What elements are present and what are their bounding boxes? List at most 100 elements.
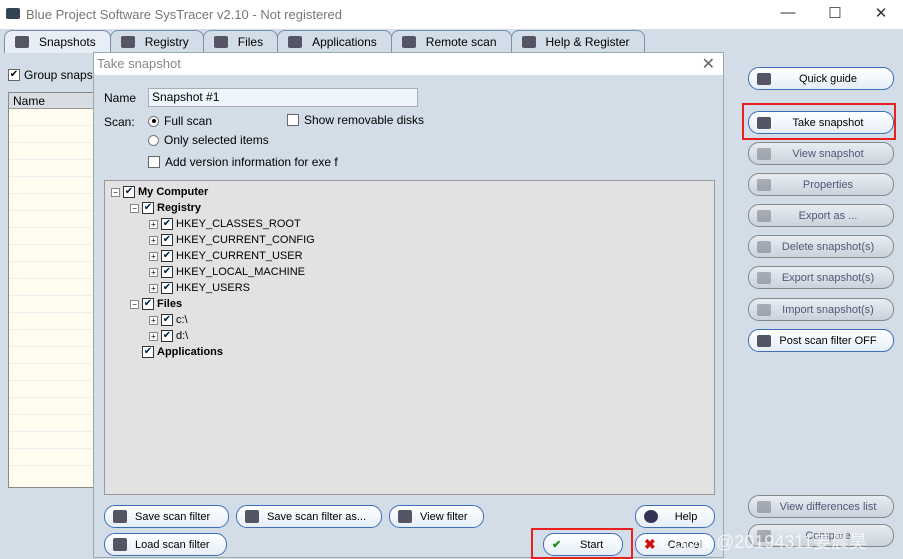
tab-registry[interactable]: Registry: [109, 30, 204, 53]
expand-toggle[interactable]: +: [149, 331, 158, 341]
expand-toggle[interactable]: −: [111, 187, 120, 197]
tree-node[interactable]: − ✔ Registry: [111, 200, 714, 216]
highlight-take-snapshot: [742, 103, 896, 140]
tree-node[interactable]: ✔ Applications: [111, 344, 714, 360]
tab-remote-scan[interactable]: Remote scan: [390, 30, 512, 53]
help-icon: [757, 72, 771, 85]
tree-checkbox[interactable]: ✔: [161, 266, 173, 278]
save-scan-filter-as-button[interactable]: Save scan filter as...: [236, 505, 382, 528]
x-icon: ✖: [644, 536, 656, 552]
export-as-button[interactable]: Export as ...: [748, 204, 894, 227]
tree-node[interactable]: + ✔ HKEY_CLASSES_ROOT: [111, 216, 714, 232]
tree-checkbox[interactable]: ✔: [142, 202, 154, 214]
app-camera-icon: [6, 8, 20, 19]
main-tabs: Snapshots Registry Files Applications Remote…: [4, 30, 645, 53]
camera-icon: [757, 147, 771, 160]
tree-checkbox[interactable]: ✔: [161, 282, 173, 294]
expand-toggle[interactable]: −: [130, 203, 139, 213]
camera-icon: [15, 36, 29, 48]
group-snapshots-checkbox[interactable]: ✔ Group snapsho: [8, 68, 106, 82]
compare-button[interactable]: Compare: [748, 524, 894, 547]
properties-button[interactable]: Properties: [748, 173, 894, 196]
minimize-button[interactable]: —: [778, 4, 798, 21]
registry-icon: [120, 36, 135, 48]
tree-node[interactable]: + ✔ HKEY_CURRENT_CONFIG: [111, 232, 714, 248]
tree-node[interactable]: − ✔ My Computer: [111, 184, 714, 200]
tree-checkbox[interactable]: ✔: [161, 314, 173, 326]
expand-toggle[interactable]: +: [149, 251, 158, 261]
only-selected-radio[interactable]: Only selected items: [148, 133, 269, 147]
expand-toggle[interactable]: +: [149, 267, 158, 277]
name-label: Name: [104, 91, 137, 105]
import-icon: [757, 303, 771, 316]
tab-snapshots[interactable]: Snapshots: [4, 30, 111, 53]
tree-node[interactable]: − ✔ Files: [111, 296, 714, 312]
tree-node[interactable]: + ✔ HKEY_USERS: [111, 280, 714, 296]
floppy-icon: [113, 510, 127, 523]
export-icon: [757, 209, 771, 222]
delete-icon: [757, 240, 771, 253]
tree-checkbox[interactable]: ✔: [161, 250, 173, 262]
expand-toggle[interactable]: +: [149, 235, 158, 245]
close-button[interactable]: ✕: [871, 4, 891, 22]
window-title: Blue Project Software SysTracer v2.10 - …: [26, 7, 342, 22]
tree-checkbox[interactable]: ✔: [161, 234, 173, 246]
expand-toggle[interactable]: +: [149, 219, 158, 229]
network-icon: [401, 36, 416, 48]
full-scan-radio[interactable]: Full scan: [148, 114, 212, 128]
view-snapshot-button[interactable]: View snapshot: [748, 142, 894, 165]
show-removable-checkbox[interactable]: Show removable disks: [287, 113, 424, 127]
quick-guide-button[interactable]: Quick guide: [748, 67, 894, 90]
floppy-icon: [113, 538, 127, 551]
tree-checkbox[interactable]: ✔: [161, 218, 173, 230]
take-snapshot-dialog: Take snapshot ✕ Name Snapshot #1 Scan: F…: [93, 52, 724, 559]
camera-icon: [398, 510, 412, 523]
load-scan-filter-button[interactable]: Load scan filter: [104, 533, 227, 556]
column-header-name[interactable]: Name: [9, 93, 97, 109]
title-bar: Blue Project Software SysTracer v2.10 - …: [0, 0, 903, 29]
snapshot-name-input[interactable]: Snapshot #1: [148, 88, 418, 107]
expand-toggle[interactable]: −: [130, 299, 139, 309]
dialog-close-button[interactable]: ✕: [702, 54, 715, 74]
tree-checkbox[interactable]: ✔: [161, 330, 173, 342]
view-filter-button[interactable]: View filter: [389, 505, 484, 528]
expand-toggle[interactable]: +: [149, 283, 158, 293]
view-differences-list-button[interactable]: View differences list: [748, 495, 894, 518]
scan-label: Scan:: [104, 115, 135, 129]
list-icon: [757, 500, 771, 513]
save-scan-filter-button[interactable]: Save scan filter: [104, 505, 229, 528]
tree-checkbox[interactable]: ✔: [142, 298, 154, 310]
dialog-title: Take snapshot: [94, 53, 723, 75]
printer-icon: [245, 510, 259, 523]
filter-icon: [757, 334, 771, 347]
tree-node[interactable]: + ✔ c:\: [111, 312, 714, 328]
tree-node[interactable]: + ✔ HKEY_CURRENT_USER: [111, 248, 714, 264]
delete-snapshot-s-button[interactable]: Delete snapshot(s): [748, 235, 894, 258]
help-button[interactable]: Help: [635, 505, 715, 528]
maximize-button[interactable]: ☐: [825, 4, 845, 22]
import-snapshot-s-button[interactable]: Import snapshot(s): [748, 298, 894, 321]
tab-applications[interactable]: Applications: [277, 30, 392, 53]
file-icon: [213, 36, 228, 48]
tab-files[interactable]: Files: [202, 30, 279, 53]
checkbox-mark: ✔: [8, 69, 20, 81]
highlight-start: [531, 528, 633, 559]
export-snapshot-s-button[interactable]: Export snapshot(s): [748, 266, 894, 289]
tab-help-register[interactable]: Help & Register: [510, 30, 645, 53]
cancel-button[interactable]: ✖ Cancel: [635, 533, 715, 556]
help-icon: [521, 36, 536, 48]
help-icon: [644, 510, 658, 523]
add-version-checkbox[interactable]: Add version information for exe files: [148, 155, 338, 169]
snapshot-list[interactable]: Name: [8, 92, 98, 488]
compare-icon: [757, 529, 771, 542]
expand-toggle[interactable]: +: [149, 315, 158, 325]
properties-icon: [757, 178, 771, 191]
applications-icon: [288, 36, 303, 48]
scan-tree[interactable]: − ✔ My Computer − ✔ Registry + ✔ HKEY_CLASSES_RO…: [104, 180, 715, 495]
tree-checkbox[interactable]: ✔: [142, 346, 154, 358]
tree-checkbox[interactable]: ✔: [123, 186, 135, 198]
tree-node[interactable]: + ✔ HKEY_LOCAL_MACHINE: [111, 264, 714, 280]
post-scan-filter-off-button[interactable]: Post scan filter OFF: [748, 329, 894, 352]
tree-node[interactable]: + ✔ d:\: [111, 328, 714, 344]
export-icon: [757, 271, 771, 284]
